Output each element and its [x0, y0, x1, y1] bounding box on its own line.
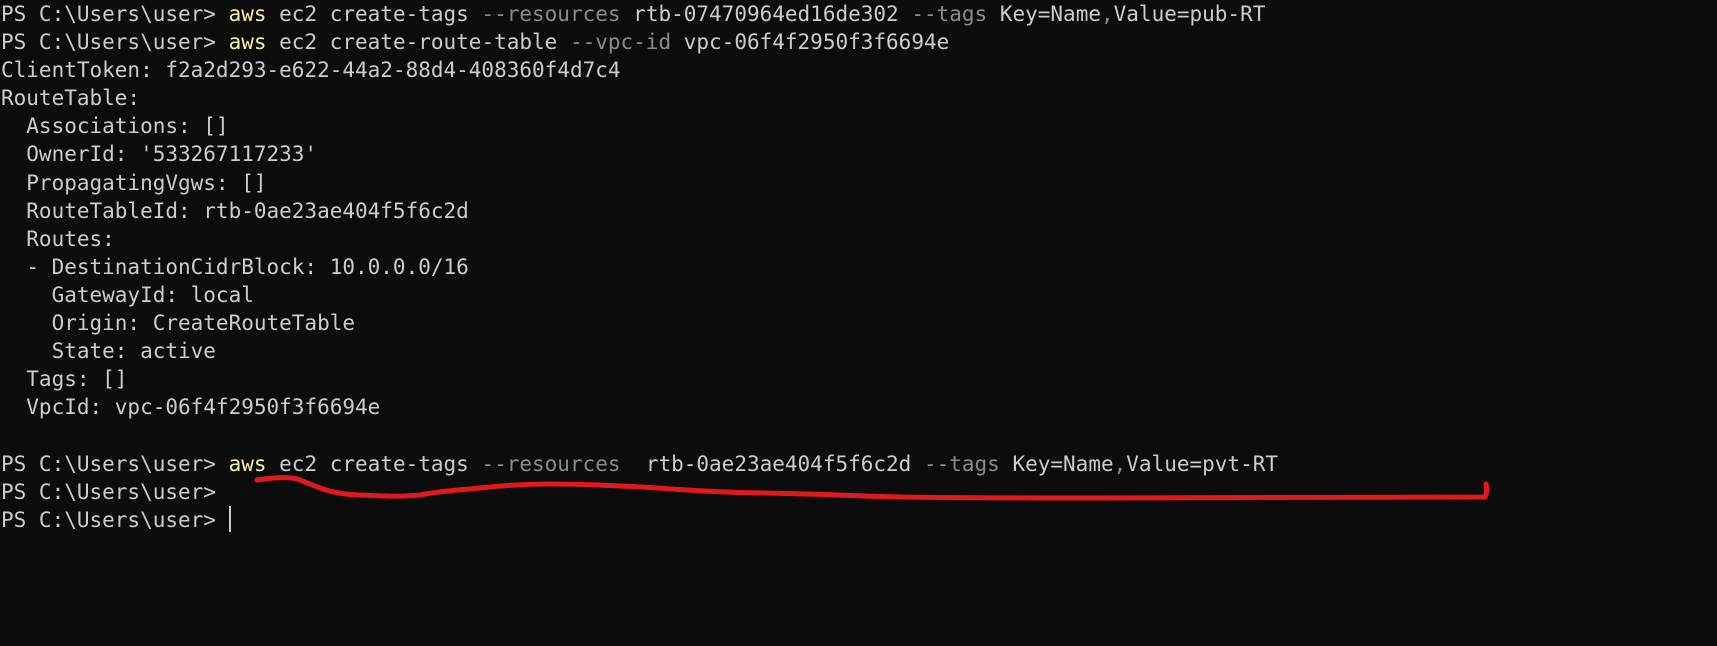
output-line: OwnerId: '533267117233': [1, 142, 318, 167]
prompt: PS C:\Users\user>: [1, 451, 216, 476]
command-argument: ,: [1100, 2, 1114, 26]
command-argument: rtb-07470964ed16de302: [620, 2, 912, 26]
command-argument: ec2 create-tags: [266, 2, 482, 26]
prompt: PS C:\Users\user>: [1, 2, 216, 26]
prompt: PS C:\Users\user>: [1, 30, 216, 55]
output-line: Associations: []: [1, 114, 229, 139]
output-line: State: active: [1, 339, 216, 364]
command-flag: --resources: [481, 451, 621, 476]
command-line: PS C:\Users\user> aws ec2 create-tags --…: [1, 450, 1717, 478]
command-argument: Key=Name: [999, 451, 1114, 476]
prompt-line: PS C:\Users\user>: [1, 478, 1717, 506]
command-argument: rtb-0ae23ae404f5f6c2d: [620, 451, 924, 476]
output-line: VpcId: vpc-06f4f2950f3f6694e: [1, 395, 381, 420]
command-name: aws: [215, 30, 267, 55]
command-argument: Value=pub-RT: [1113, 2, 1266, 26]
terminal-window[interactable]: PS C:\Users\user> aws ec2 create-tags --…: [0, 0, 1717, 646]
command-line: PS C:\Users\user> aws ec2 create-route-t…: [1, 28, 1717, 56]
output-line: RouteTable:: [1, 86, 141, 111]
output-line: GatewayId: local: [1, 282, 254, 307]
command-flag: --tags: [911, 2, 988, 26]
prompt: PS C:\Users\user>: [1, 507, 216, 532]
output-line: Origin: CreateRouteTable: [1, 311, 356, 336]
command-argument: ,: [1113, 451, 1127, 476]
text-cursor: [228, 505, 231, 532]
prompt: PS C:\Users\user>: [1, 479, 216, 504]
output-line: RouteTableId: rtb-0ae23ae404f5f6c2d: [1, 198, 469, 223]
output-line: Tags: []: [1, 367, 128, 392]
command-flag: --resources: [481, 2, 621, 26]
command-argument: ec2 create-tags: [266, 451, 482, 476]
command-argument: Key=Name: [987, 2, 1101, 26]
command-argument: Value=pvt-RT: [1126, 451, 1278, 476]
command-argument: vpc-06f4f2950f3f6694e: [671, 30, 950, 55]
command-flag: --tags: [923, 451, 1000, 476]
output-line: Routes:: [1, 226, 115, 251]
output-line: PropagatingVgws: []: [1, 170, 267, 195]
command-name: aws: [215, 2, 267, 26]
command-flag: --vpc-id: [569, 30, 672, 55]
command-argument: ec2 create-route-table: [266, 30, 570, 55]
output-line: ClientToken: f2a2d293-e622-44a2-88d4-408…: [1, 58, 621, 83]
prompt-line: PS C:\Users\user>: [1, 505, 1717, 534]
output-line: - DestinationCidrBlock: 10.0.0.0/16: [1, 254, 469, 279]
command-line: PS C:\Users\user> aws ec2 create-tags --…: [1, 0, 1717, 28]
command-name: aws: [215, 451, 267, 476]
